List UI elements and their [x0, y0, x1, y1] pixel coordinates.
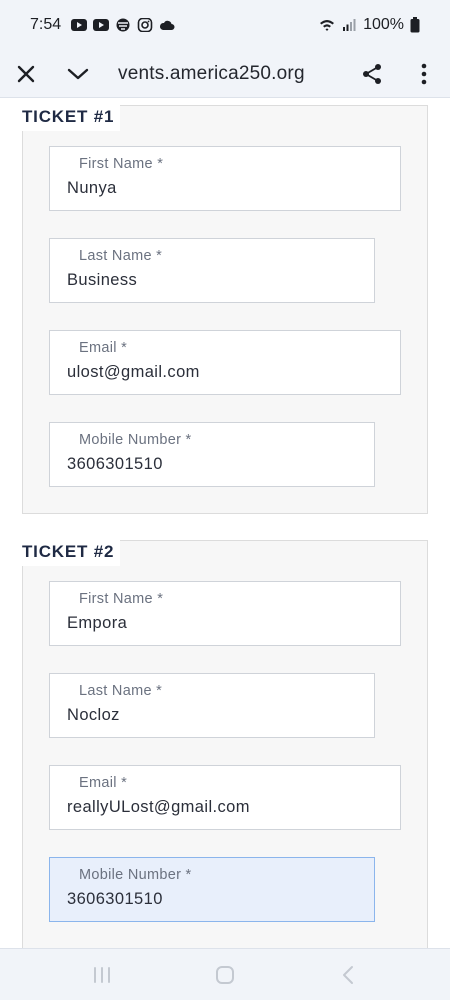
field-value: 3606301510 — [67, 455, 163, 473]
navigation-bar — [0, 948, 450, 1000]
page-content: TICKET #1 First Name * Nunya Last Name *… — [0, 98, 450, 948]
first-name-field[interactable]: First Name * Nunya — [49, 146, 401, 211]
field-label: First Name * — [79, 156, 164, 172]
ticket-title: TICKET #2 — [22, 540, 121, 566]
status-time: 7:54 — [30, 16, 62, 33]
ticket-title: TICKET #1 — [22, 105, 121, 131]
recents-icon — [93, 966, 110, 983]
home-button[interactable] — [195, 955, 255, 995]
share-button[interactable] — [346, 50, 398, 98]
email-field[interactable]: Email * ulost@gmail.com — [49, 330, 401, 395]
close-button[interactable] — [0, 50, 52, 98]
collapse-button[interactable] — [52, 50, 104, 98]
field-value: reallyULost@gmail.com — [67, 798, 250, 816]
email-field[interactable]: Email * reallyULost@gmail.com — [49, 765, 401, 830]
close-icon — [17, 65, 35, 82]
field-label: Last Name * — [79, 248, 163, 264]
mobile-number-field[interactable]: Mobile Number * 3606301510 — [49, 857, 375, 922]
battery-icon — [410, 17, 420, 33]
youtube-icon — [93, 19, 110, 31]
instagram-icon — [137, 18, 153, 32]
field-label: Mobile Number * — [79, 867, 192, 883]
field-label: Mobile Number * — [79, 432, 192, 448]
field-value: 3606301510 — [67, 890, 163, 908]
field-value: Nocloz — [67, 706, 120, 724]
mobile-number-field[interactable]: Mobile Number * 3606301510 — [49, 422, 375, 487]
back-icon — [343, 965, 354, 984]
field-value: Business — [67, 271, 138, 289]
battery-percent: 100% — [363, 16, 404, 33]
field-label: Email * — [79, 340, 128, 356]
field-label: Email * — [79, 775, 128, 791]
field-label: First Name * — [79, 591, 164, 607]
status-bar: 7:54 100% — [0, 0, 450, 50]
home-icon — [215, 965, 234, 984]
cloud-icon — [160, 20, 175, 30]
youtube-icon — [71, 19, 88, 31]
last-name-field[interactable]: Last Name * Nocloz — [49, 673, 375, 738]
browser-toolbar: vents.america250.org — [0, 50, 450, 98]
field-value: Nunya — [67, 179, 117, 197]
field-label: Last Name * — [79, 683, 163, 699]
share-icon — [363, 63, 381, 84]
app-icon — [116, 18, 130, 32]
ticket-section: TICKET #2 First Name * Empora Last Name … — [22, 540, 428, 948]
url-text[interactable]: vents.america250.org — [118, 63, 346, 85]
more-options-button[interactable] — [398, 50, 450, 98]
wifi-icon — [320, 20, 335, 31]
back-button[interactable] — [318, 955, 378, 995]
first-name-field[interactable]: First Name * Empora — [49, 581, 401, 646]
chevron-down-icon — [67, 68, 89, 79]
recents-button[interactable] — [72, 955, 132, 995]
field-value: ulost@gmail.com — [67, 363, 200, 381]
field-value: Empora — [67, 614, 128, 632]
last-name-field[interactable]: Last Name * Business — [49, 238, 375, 303]
signal-icon — [343, 19, 356, 31]
more-vert-icon — [421, 63, 427, 84]
ticket-section: TICKET #1 First Name * Nunya Last Name *… — [22, 105, 428, 514]
